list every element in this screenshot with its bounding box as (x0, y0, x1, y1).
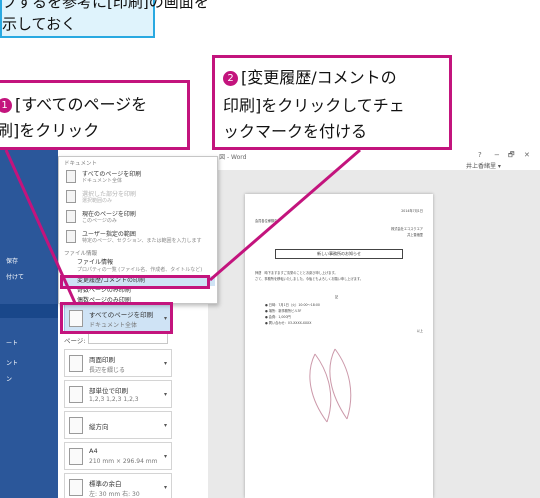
step-badge: 1 (0, 98, 12, 113)
callout-2-line-1: [変更履歴/コメントの (241, 68, 397, 87)
instruction-box: プするを参考に[印刷]の画面を 示しておく (0, 0, 209, 38)
callout-2-line-3: ックマークを付ける (223, 122, 368, 141)
callout-1-line-1: [すべてのページを (15, 95, 148, 114)
callout-step-2: 2 [変更履歴/コメントの 印刷]をクリックしてチェ ックマークを付ける (212, 55, 452, 150)
instruction-line-2: 示しておく (2, 15, 77, 33)
callout-1-line-2: 刷]をクリック (0, 121, 100, 140)
callout-step-1: 1 [すべてのページを 刷]をクリック (0, 80, 190, 150)
step-badge: 2 (223, 71, 238, 86)
instruction-line-1: プするを参考に[印刷]の画面を (2, 0, 209, 11)
callout-2-line-2: 印刷]をクリックしてチェ (223, 96, 405, 115)
